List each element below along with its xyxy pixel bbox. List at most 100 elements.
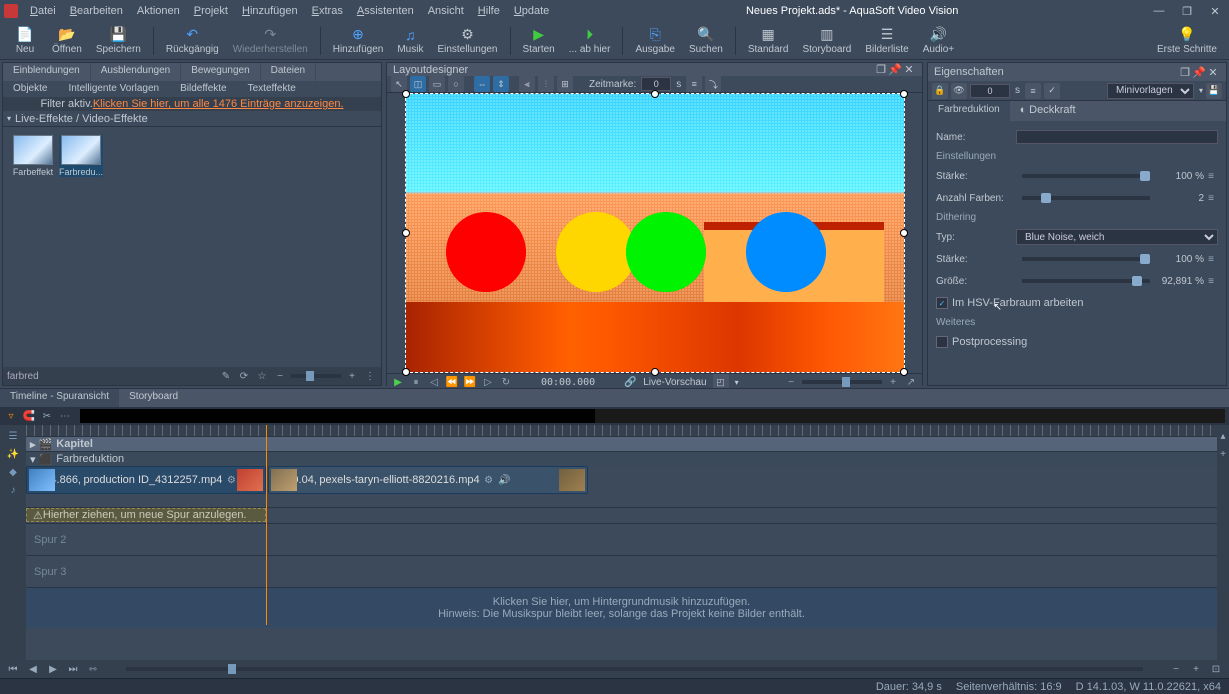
fit-width-icon[interactable]: ⇿ (86, 662, 100, 676)
timeline-tracks[interactable]: ▸ 🎬Kapitel ▾ ⬛Farbreduktion 00:14.866, p… (26, 425, 1217, 660)
menu-datei[interactable]: Datei (24, 3, 62, 19)
go-next-icon[interactable]: ▶ (46, 662, 60, 676)
storyboard-button[interactable]: ▥Storyboard (796, 23, 857, 59)
tracks-icon[interactable]: ☰ (6, 429, 20, 443)
ausgabe-button[interactable]: ⎘Ausgabe (629, 23, 680, 59)
align-top-icon[interactable]: ⫶ (538, 76, 554, 92)
minimize-button[interactable]: — (1149, 5, 1169, 18)
timeline-overview[interactable] (80, 409, 1225, 423)
speichern-button[interactable]: 💾Speichern (90, 23, 147, 59)
hsv-checkbox-row[interactable]: ✓Im HSV-Farbraum arbeiten↖ (936, 293, 1218, 313)
zoom-in-icon[interactable]: + (1189, 662, 1203, 676)
maximize-button[interactable]: ❐ (1177, 5, 1197, 18)
go-end-icon[interactable]: ⏭ (66, 662, 80, 676)
zoom-out-icon[interactable]: − (273, 369, 287, 383)
add-track-icon[interactable]: + (1216, 447, 1229, 461)
audio-icon[interactable]: 🔊 (498, 473, 512, 487)
step-back-icon[interactable]: ⏪ (445, 375, 459, 389)
stepper-icon[interactable]: ≡ (1204, 252, 1218, 266)
menu-hilfe[interactable]: Hilfe (472, 3, 506, 19)
menu-aktionen[interactable]: Aktionen (131, 3, 186, 19)
minivorlagen-select[interactable]: Minivorlagen (1107, 83, 1194, 99)
effect-farbreduktion[interactable]: Farbredu... (59, 135, 103, 177)
resize-handle-tm[interactable] (651, 90, 659, 98)
panel-pin-icon[interactable]: 📌 (1192, 66, 1206, 79)
clip-production4312257[interactable]: 00:14.866, production ID_4312257.mp4 ⚙ 🔊 (26, 466, 266, 494)
settings-icon[interactable]: ⚙ (482, 473, 496, 487)
groesse-slider[interactable] (1022, 279, 1150, 283)
filter-clear-link[interactable]: Klicken Sie hier, um alle 1476 Einträge … (93, 98, 344, 110)
postprocessing-checkbox-row[interactable]: Postprocessing (936, 332, 1218, 352)
go-start-icon[interactable]: ⏮ (6, 662, 20, 676)
drop-track[interactable]: ⚠ Hierher ziehen, um neue Spur anzulegen… (26, 508, 1217, 524)
typ-select[interactable]: Blue Noise, weich (1016, 229, 1218, 245)
timeline-ruler[interactable] (26, 425, 1217, 437)
playhead[interactable] (266, 425, 267, 625)
rueckgaengig-button[interactable]: ↶Rückgängig (160, 23, 225, 59)
stepper-icon[interactable]: ≡ (1204, 274, 1218, 288)
tab-storyboard[interactable]: Storyboard (119, 389, 188, 407)
zoom-out-icon[interactable]: − (784, 375, 798, 389)
selected-object-frame[interactable] (405, 93, 905, 373)
effect-farbeffekt[interactable]: Farbeffekt (11, 135, 55, 177)
anzahl-slider[interactable] (1022, 196, 1150, 200)
eye-icon[interactable]: 👁 (951, 83, 967, 99)
neu-button[interactable]: 📄Neu (6, 23, 44, 59)
suchen-button[interactable]: 🔍Suchen (683, 23, 729, 59)
resize-handle-tr[interactable] (900, 90, 908, 98)
zoom-out-icon[interactable]: − (1169, 662, 1183, 676)
loop-icon[interactable]: ↻ (499, 375, 513, 389)
music-track[interactable]: Klicken Sie hier, um Hintergrundmusik hi… (26, 588, 1217, 628)
select-tool-icon[interactable]: ◫ (410, 76, 426, 92)
save-preset-icon[interactable]: 💾 (1206, 83, 1222, 99)
step-fwd-icon[interactable]: ⏩ (463, 375, 477, 389)
wand-icon[interactable]: ✎ (219, 369, 233, 383)
tab-timeline[interactable]: Timeline - Spuransicht (0, 389, 119, 407)
resize-handle-bl[interactable] (402, 368, 410, 376)
resize-handle-ml[interactable] (402, 229, 410, 237)
ersteschritte-button[interactable]: 💡Erste Schritte (1151, 23, 1223, 59)
spur2-track[interactable]: Spur 2 (26, 524, 1217, 556)
menu-hinzufuegen[interactable]: Hinzufügen (236, 3, 304, 19)
stepper-icon[interactable]: ≡ (686, 76, 702, 92)
audio-track-icon[interactable]: ♪ (6, 483, 20, 497)
pause-icon[interactable]: ⏸ (409, 375, 423, 389)
magnet-icon[interactable]: 🧲 (22, 409, 36, 423)
staerke-slider[interactable] (1022, 174, 1150, 178)
zeitmarke-input[interactable] (641, 77, 671, 91)
play-icon[interactable]: ▶ (391, 375, 405, 389)
apply-icon[interactable]: ✓ (1044, 83, 1060, 99)
abhier-button[interactable]: ⏵... ab hier (563, 23, 617, 59)
standard-button[interactable]: ▦Standard (742, 23, 795, 59)
tab-dateien[interactable]: Dateien (261, 63, 316, 81)
subtab-bildeffekte[interactable]: Bildeffekte (170, 81, 238, 97)
menu-extras[interactable]: Extras (306, 3, 349, 19)
align-left-icon[interactable]: ⫷ (519, 76, 535, 92)
preview-zoom-slider[interactable] (802, 380, 882, 384)
close-button[interactable]: ✕ (1205, 5, 1225, 18)
panel-close-icon[interactable]: ✕ (1206, 66, 1220, 79)
panel-maximize-icon[interactable]: ❐ (1178, 66, 1192, 79)
marker-icon[interactable]: ▿ (4, 409, 18, 423)
menu-ansicht[interactable]: Ansicht (422, 3, 470, 19)
menu-projekt[interactable]: Projekt (188, 3, 234, 19)
cut-icon[interactable]: ✂ (40, 409, 54, 423)
stepper-icon[interactable]: ≡ (1025, 83, 1041, 99)
tab-bewegungen[interactable]: Bewegungen (181, 63, 260, 81)
goto-icon[interactable]: ⤵ (705, 76, 721, 92)
resize-handle-mr[interactable] (900, 229, 908, 237)
menu-assistenten[interactable]: Assistenten (351, 3, 420, 19)
bilderliste-button[interactable]: ☰Bilderliste (859, 23, 914, 59)
audioplus-button[interactable]: 🔊Audio+ (917, 23, 960, 59)
resize-handle-tl[interactable] (402, 90, 410, 98)
hinzufuegen-button[interactable]: ⊕Hinzufügen (327, 23, 390, 59)
misc-icon[interactable]: ⋯ (58, 409, 72, 423)
effects-section-header[interactable]: ▾Live-Effekte / Video-Effekte (3, 111, 381, 127)
effects-track-icon[interactable]: ✨ (6, 447, 20, 461)
collapse-icon[interactable]: ▴ (1216, 429, 1229, 443)
subtab-vorlagen[interactable]: Intelligente Vorlagen (58, 81, 170, 97)
chevron-down-icon[interactable]: ▾ (735, 378, 739, 387)
panel-maximize-icon[interactable]: ❐ (874, 63, 888, 76)
spur3-track[interactable]: Spur 3 (26, 556, 1217, 588)
tab-ausblendungen[interactable]: Ausblendungen (91, 63, 182, 81)
